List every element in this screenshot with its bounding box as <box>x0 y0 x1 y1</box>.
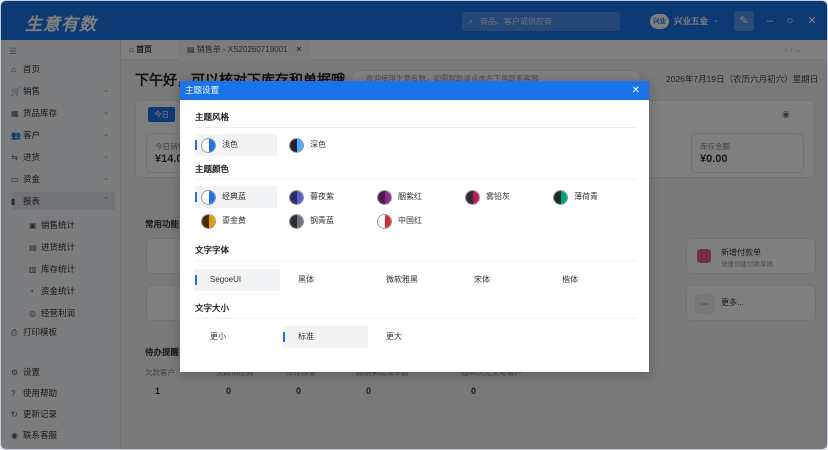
color-swatch-icon <box>377 213 392 229</box>
font-size-title: 文字大小 <box>195 303 230 313</box>
font-option[interactable]: 黑体 <box>283 269 368 291</box>
divider <box>195 127 637 128</box>
font-size-option[interactable]: 更小 <box>195 326 280 348</box>
color-swatch-icon <box>289 137 304 153</box>
theme-option-label: 经典蓝 <box>222 192 246 201</box>
color-swatch-icon <box>465 189 480 205</box>
app-window: 生意有数 ⌕ 商品、客户或供应商 兴业 兴业五金 ⌄ ✎ – ○ ✕ ☰ ⌂首页… <box>0 0 828 450</box>
color-swatch-icon <box>289 213 304 229</box>
theme-option-label: 雾铅灰 <box>486 192 510 201</box>
font-option[interactable]: 微软雅黑 <box>371 269 456 291</box>
dialog-header: 主题设置 ✕ <box>180 81 649 100</box>
theme-option-label: 深色 <box>310 140 326 149</box>
font-family-title: 文字字体 <box>195 245 230 255</box>
theme-option-label: 暮夜紫 <box>310 192 334 201</box>
divider <box>195 260 637 261</box>
theme-style-title: 主题风格 <box>195 112 230 122</box>
color-swatch-icon <box>201 189 216 205</box>
theme-option[interactable]: 深色 <box>283 134 365 156</box>
theme-option[interactable]: 经典蓝 <box>195 186 277 208</box>
font-size-option[interactable]: 更大 <box>371 326 456 348</box>
dialog-title: 主题设置 <box>185 85 220 95</box>
theme-option[interactable]: 中国红 <box>371 210 453 232</box>
divider <box>195 179 637 180</box>
font-option[interactable]: 楷体 <box>547 269 632 291</box>
color-swatch-icon <box>201 137 216 153</box>
theme-option[interactable]: 雾铅灰 <box>459 186 541 208</box>
color-swatch-icon <box>377 189 392 205</box>
dialog-close-button[interactable]: ✕ <box>632 81 640 100</box>
theme-option[interactable]: 薄荷青 <box>547 186 629 208</box>
font-option[interactable]: 宋体 <box>459 269 544 291</box>
color-swatch-icon <box>289 189 304 205</box>
theme-settings-dialog: 主题设置 ✕ 主题风格 浅色 深色 主题颜色 经典蓝 暮夜紫 胭紫红 雾铅灰 薄荷青鎏金黄… <box>180 81 649 372</box>
color-swatch-icon <box>553 189 568 205</box>
theme-color-title: 主题颜色 <box>195 164 230 174</box>
divider <box>195 318 637 319</box>
theme-option-label: 薄荷青 <box>574 192 598 201</box>
theme-option[interactable]: 鎏金黄 <box>195 210 277 232</box>
theme-option[interactable]: 胭紫红 <box>371 186 453 208</box>
theme-option-label: 中国红 <box>398 216 422 225</box>
theme-option-label: 胭紫红 <box>398 192 422 201</box>
color-swatch-icon <box>201 213 216 229</box>
theme-option[interactable]: 钢青蓝 <box>283 210 365 232</box>
font-size-option[interactable]: 标准 <box>283 326 368 348</box>
theme-option-label: 钢青蓝 <box>310 216 334 225</box>
theme-option[interactable]: 浅色 <box>195 134 277 156</box>
theme-option-label: 浅色 <box>222 140 238 149</box>
theme-option-label: 鎏金黄 <box>222 216 246 225</box>
theme-option[interactable]: 暮夜紫 <box>283 186 365 208</box>
font-option[interactable]: SegoeUI <box>195 269 280 291</box>
